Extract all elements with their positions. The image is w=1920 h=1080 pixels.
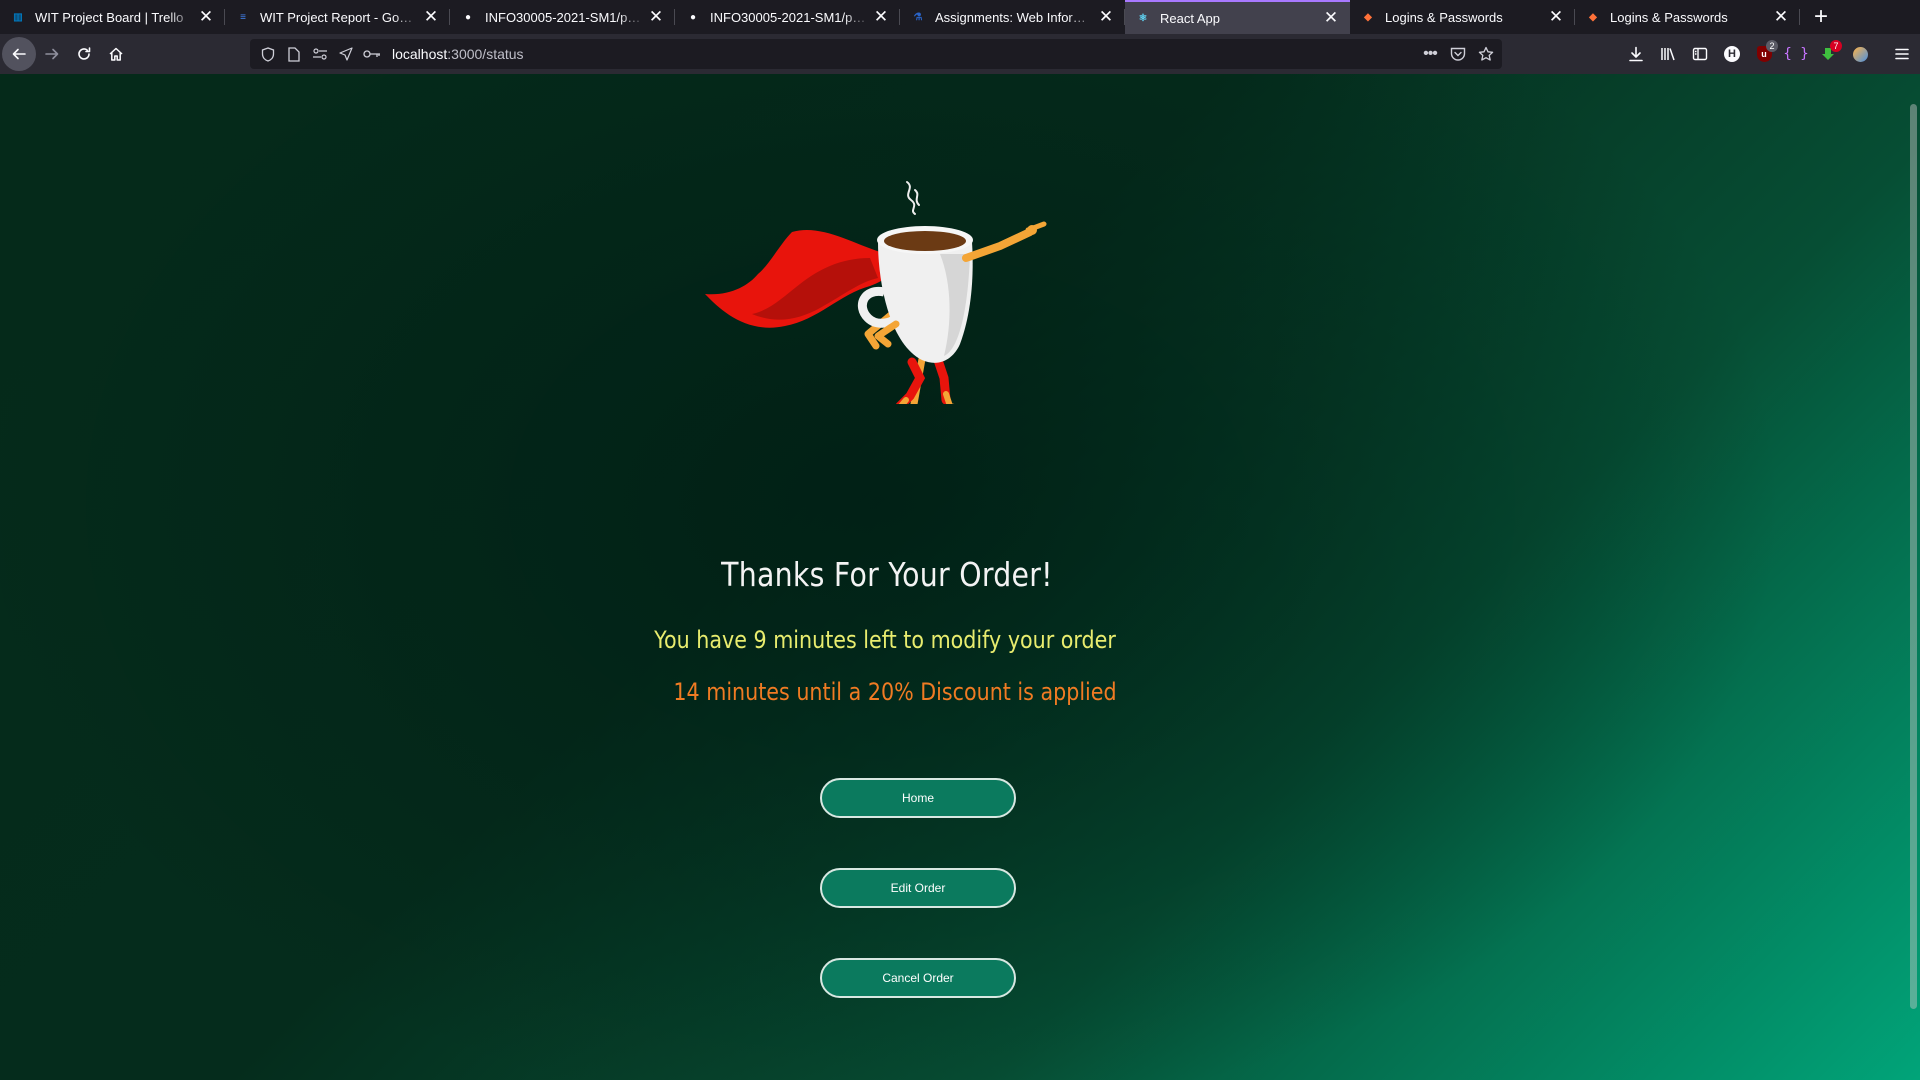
scrollbar-thumb[interactable] <box>1910 104 1917 1009</box>
new-tab-button[interactable]: + <box>1804 0 1838 34</box>
discount-time-notice: 14 minutes until a 20% Discount is appli… <box>673 678 1117 706</box>
forward-button[interactable] <box>36 38 68 70</box>
ublock-extension-button[interactable]: u 2 <box>1748 38 1780 70</box>
cancel-order-button[interactable]: Cancel Order <box>820 958 1016 998</box>
home-button[interactable] <box>100 38 132 70</box>
modify-time-notice: You have 9 minutes left to modify your o… <box>654 626 1116 654</box>
canvas-icon: ⚗ <box>913 11 923 23</box>
tab-title: React App <box>1160 10 1220 26</box>
trello-icon: ▥ <box>13 11 23 23</box>
hamburger-menu-icon <box>1895 48 1909 60</box>
location-arrow-icon[interactable] <box>336 44 356 64</box>
permissions-icon[interactable] <box>310 44 330 64</box>
sidebar-button[interactable] <box>1684 38 1716 70</box>
close-tab-icon[interactable]: ✕ <box>422 7 440 26</box>
google-docs-icon: ≡ <box>240 11 246 23</box>
tab-title: Logins & Passwords <box>1385 9 1503 25</box>
edit-order-button[interactable]: Edit Order <box>820 868 1016 908</box>
tracking-protection-shield-icon[interactable] <box>258 44 278 64</box>
json-viewer-extension-button[interactable]: { } <box>1780 38 1812 70</box>
avatar-icon <box>1852 46 1868 62</box>
close-tab-icon[interactable]: ✕ <box>1322 8 1340 27</box>
page-actions-more-icon[interactable]: ••• <box>1420 44 1440 64</box>
download-helper-extension-button[interactable]: 7 <box>1812 38 1844 70</box>
close-tab-icon[interactable]: ✕ <box>647 7 665 26</box>
page-info-icon[interactable] <box>284 44 304 64</box>
lockwise-icon: ◆ <box>1589 11 1597 23</box>
page-viewport: Thanks For Your Order! You have 9 minute… <box>0 74 1920 1080</box>
thank-you-heading: Thanks For Your Order! <box>721 555 1053 594</box>
library-icon <box>1661 48 1675 61</box>
browser-tab[interactable]: ≡ WIT Project Report - Google Docs✕ <box>225 0 450 34</box>
close-tab-icon[interactable]: ✕ <box>1772 7 1790 26</box>
browser-tab[interactable]: ◆ Logins & Passwords ✕ <box>1575 0 1800 34</box>
close-tab-icon[interactable]: ✕ <box>197 7 215 26</box>
home-button[interactable]: Home <box>820 778 1016 818</box>
browser-tab[interactable]: ● INFO30005-2021-SM1/project ✕ <box>450 0 675 34</box>
tab-title: WIT Project Board | Trello <box>35 9 184 25</box>
download-icon <box>1629 46 1643 62</box>
browser-tab[interactable]: ⚗ Assignments: Web Information ✕ <box>900 0 1125 34</box>
close-tab-icon[interactable]: ✕ <box>872 7 890 26</box>
back-button[interactable] <box>2 37 36 71</box>
library-button[interactable] <box>1652 38 1684 70</box>
reload-icon <box>78 47 91 60</box>
sidebar-icon <box>1692 47 1708 61</box>
close-tab-icon[interactable]: ✕ <box>1097 7 1115 26</box>
home-icon <box>109 47 123 61</box>
hypothesis-extension-button[interactable]: H <box>1716 38 1748 70</box>
downloads-button[interactable] <box>1620 38 1652 70</box>
url-text[interactable]: localhost:3000/status <box>392 46 524 62</box>
address-bar[interactable]: localhost:3000/status ••• <box>250 39 1502 69</box>
back-arrow-icon <box>12 48 26 60</box>
page-scrollbar[interactable] <box>1906 74 1920 1080</box>
browser-tab[interactable]: ▥ WIT Project Board | Trello ✕ <box>0 0 225 34</box>
tab-title: INFO30005-2021-SM1/project <box>485 9 647 25</box>
tab-title: WIT Project Report - Google Docs <box>260 9 422 25</box>
lockwise-icon: ◆ <box>1364 11 1372 23</box>
browser-tab[interactable]: ◆ Logins & Passwords ✕ <box>1350 0 1575 34</box>
browser-tab[interactable]: ● INFO30005-2021-SM1/project ✕ <box>675 0 900 34</box>
ublock-badge: 2 <box>1766 40 1778 52</box>
tab-title: Logins & Passwords <box>1610 9 1728 25</box>
bookmark-star-icon[interactable] <box>1476 44 1496 64</box>
reload-button[interactable] <box>68 38 100 70</box>
pocket-icon[interactable] <box>1448 44 1468 64</box>
superhero-coffee-cup-illustration <box>705 181 1047 404</box>
app-menu-button[interactable] <box>1886 38 1918 70</box>
profile-extension-button[interactable] <box>1844 38 1876 70</box>
hypothesis-icon: H <box>1724 46 1740 62</box>
close-tab-icon[interactable]: ✕ <box>1547 7 1565 26</box>
navigation-toolbar: localhost:3000/status ••• H u 2 {} 7 <box>0 34 1920 74</box>
forward-arrow-icon <box>45 48 59 60</box>
key-icon[interactable] <box>362 44 382 64</box>
braces-icon: { } <box>1783 46 1809 62</box>
tab-title: Assignments: Web Information <box>935 9 1097 25</box>
react-icon: ⚛ <box>1138 12 1148 24</box>
browser-tab[interactable]: ⚛ React App ✕ <box>1125 0 1350 34</box>
tab-strip: ▥ WIT Project Board | Trello ✕ ≡ WIT Project… <box>0 0 1920 34</box>
github-icon: ● <box>464 11 472 23</box>
tab-title: INFO30005-2021-SM1/project <box>710 9 872 25</box>
download-helper-badge: 7 <box>1830 40 1842 52</box>
github-icon: ● <box>689 11 697 23</box>
